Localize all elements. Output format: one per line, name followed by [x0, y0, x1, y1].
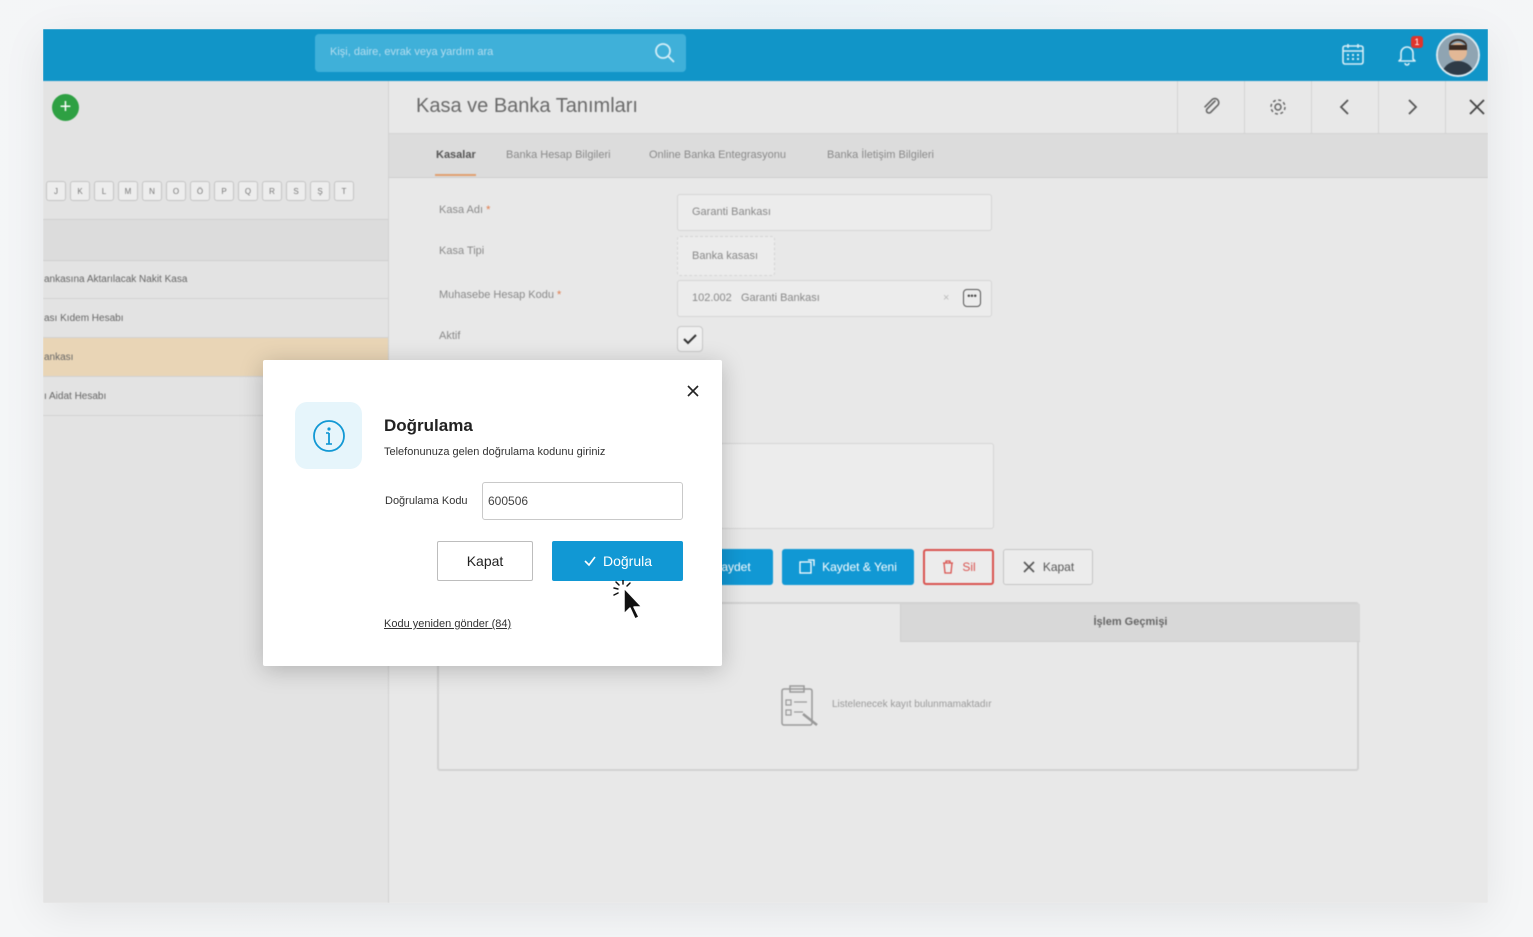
tab-bar: Kasalar Banka Hesap Bilgileri Online Ban…: [389, 133, 1488, 178]
mouse-cursor-icon: [613, 580, 643, 620]
more-options-icon[interactable]: •••: [963, 289, 981, 307]
delete-label: Sil: [962, 560, 976, 574]
close-form-label: Kapat: [1042, 560, 1075, 574]
trash-icon: [943, 560, 954, 574]
muhasebe-hesap-kodu-field[interactable]: 102.002 Garanti Bankası × •••: [677, 280, 992, 317]
letter-filter-item[interactable]: K: [70, 181, 90, 201]
muhasebe-name: Garanti Bankası: [740, 292, 820, 304]
resend-code-link[interactable]: Kodu yeniden gönder (84): [384, 618, 511, 630]
letter-filter-item[interactable]: N: [142, 181, 162, 201]
muhasebe-hesap-kodu-label: Muhasebe Hesap Kodu *: [439, 289, 562, 301]
close-icon: [1023, 561, 1035, 573]
letter-filter-item[interactable]: O: [166, 181, 186, 201]
aktif-checkbox[interactable]: [677, 326, 703, 352]
muhasebe-code: 102.002: [692, 292, 732, 304]
check-icon: [584, 556, 596, 567]
letter-filter-item[interactable]: J: [46, 181, 66, 201]
info-icon: [312, 419, 345, 452]
empty-list-text: Listelenecek kayıt bulunmamaktadır: [832, 699, 992, 710]
header-toolbar: [1177, 81, 1488, 133]
check-icon: [683, 334, 697, 345]
list-header: [43, 219, 388, 261]
calendar-icon[interactable]: [1341, 42, 1365, 71]
tab-online-banka-entegrasyonu[interactable]: Online Banka Entegrasyonu: [649, 149, 786, 161]
save-new-icon: [799, 559, 815, 574]
close-icon: [1469, 99, 1485, 115]
search-icon[interactable]: [654, 42, 676, 69]
aktif-label: Aktif: [439, 330, 461, 342]
close-page-button[interactable]: [1445, 81, 1488, 133]
search-placeholder: Kişi, daire, evrak veya yardım ara: [330, 46, 494, 58]
app-background: Kişi, daire, evrak veya yardım ara 1 + J…: [43, 29, 1488, 903]
clear-icon[interactable]: ×: [943, 281, 949, 316]
close-form-button[interactable]: Kapat: [1003, 549, 1093, 585]
delete-button[interactable]: Sil: [923, 549, 994, 585]
gear-icon: [1270, 99, 1286, 115]
kasa-adi-label: Kasa Adı *: [439, 204, 491, 216]
verify-button-label: Doğrula: [602, 553, 653, 569]
add-button[interactable]: +: [52, 94, 79, 121]
tab-islem-gecmisi[interactable]: İşlem Geçmişi: [900, 604, 1360, 642]
avatar[interactable]: [1436, 33, 1480, 77]
letter-filter-item[interactable]: L: [94, 181, 114, 201]
verification-dialog: Doğrulama Telefonunuza gelen doğrulama k…: [263, 360, 722, 666]
page-title: Kasa ve Banka Tanımları: [416, 95, 638, 117]
chevron-right-icon: [1408, 99, 1418, 115]
dialog-title: Doğrulama: [384, 416, 473, 435]
kasa-tipi-label: Kasa Tipi: [439, 245, 485, 257]
list-item[interactable]: ankasına Aktarılacak Nakit Kasa: [43, 260, 388, 299]
notification-badge: 1: [1411, 36, 1423, 48]
app-window: Kişi, daire, evrak veya yardım ara 1 + J…: [43, 29, 1488, 903]
attach-button[interactable]: [1177, 81, 1244, 133]
close-icon[interactable]: [684, 382, 702, 400]
save-and-new-button[interactable]: Kaydet & Yeni: [782, 549, 914, 585]
empty-list-icon: [781, 685, 818, 726]
kasa-adi-field[interactable]: Garanti Bankası: [677, 194, 992, 231]
letter-filter-item[interactable]: R: [262, 181, 282, 201]
cancel-button[interactable]: Kapat: [437, 541, 533, 581]
letter-filter-item[interactable]: Ş: [310, 181, 330, 201]
active-tab-indicator: [435, 174, 476, 176]
letter-filter: J K L M N O Ö P Q R S Ş T: [46, 181, 354, 201]
verification-code-label: Doğrulama Kodu: [385, 495, 468, 507]
top-bar: Kişi, daire, evrak veya yardım ara 1: [43, 29, 1488, 81]
dialog-subtitle: Telefonunuza gelen doğrulama kodunu giri…: [384, 446, 606, 458]
tab-banka-iletisim-bilgileri[interactable]: Banka İletişim Bilgileri: [827, 149, 934, 161]
chevron-left-icon: [1339, 99, 1349, 115]
letter-filter-item[interactable]: Ö: [190, 181, 210, 201]
tab-kasalar[interactable]: Kasalar: [436, 149, 476, 161]
global-search-input[interactable]: Kişi, daire, evrak veya yardım ara: [315, 34, 686, 72]
letter-filter-item[interactable]: M: [118, 181, 138, 201]
save-and-new-label: Kaydet & Yeni: [822, 560, 897, 574]
verify-button[interactable]: Doğrula: [552, 541, 683, 581]
letter-filter-item[interactable]: Q: [238, 181, 258, 201]
description-textarea[interactable]: [677, 443, 994, 529]
previous-button[interactable]: [1311, 81, 1378, 133]
kasa-tipi-field[interactable]: Banka kasası: [677, 236, 775, 276]
next-button[interactable]: [1378, 81, 1445, 133]
letter-filter-item[interactable]: P: [214, 181, 234, 201]
list-item[interactable]: ası Kıdem Hesabı: [43, 299, 388, 338]
info-icon-box: [295, 402, 362, 469]
letter-filter-item[interactable]: S: [286, 181, 306, 201]
letter-filter-item[interactable]: T: [334, 181, 354, 201]
tab-banka-hesap-bilgileri[interactable]: Banka Hesap Bilgileri: [506, 149, 611, 161]
paperclip-icon: [1204, 97, 1220, 114]
verification-code-input[interactable]: [482, 482, 683, 520]
settings-button[interactable]: [1244, 81, 1311, 133]
